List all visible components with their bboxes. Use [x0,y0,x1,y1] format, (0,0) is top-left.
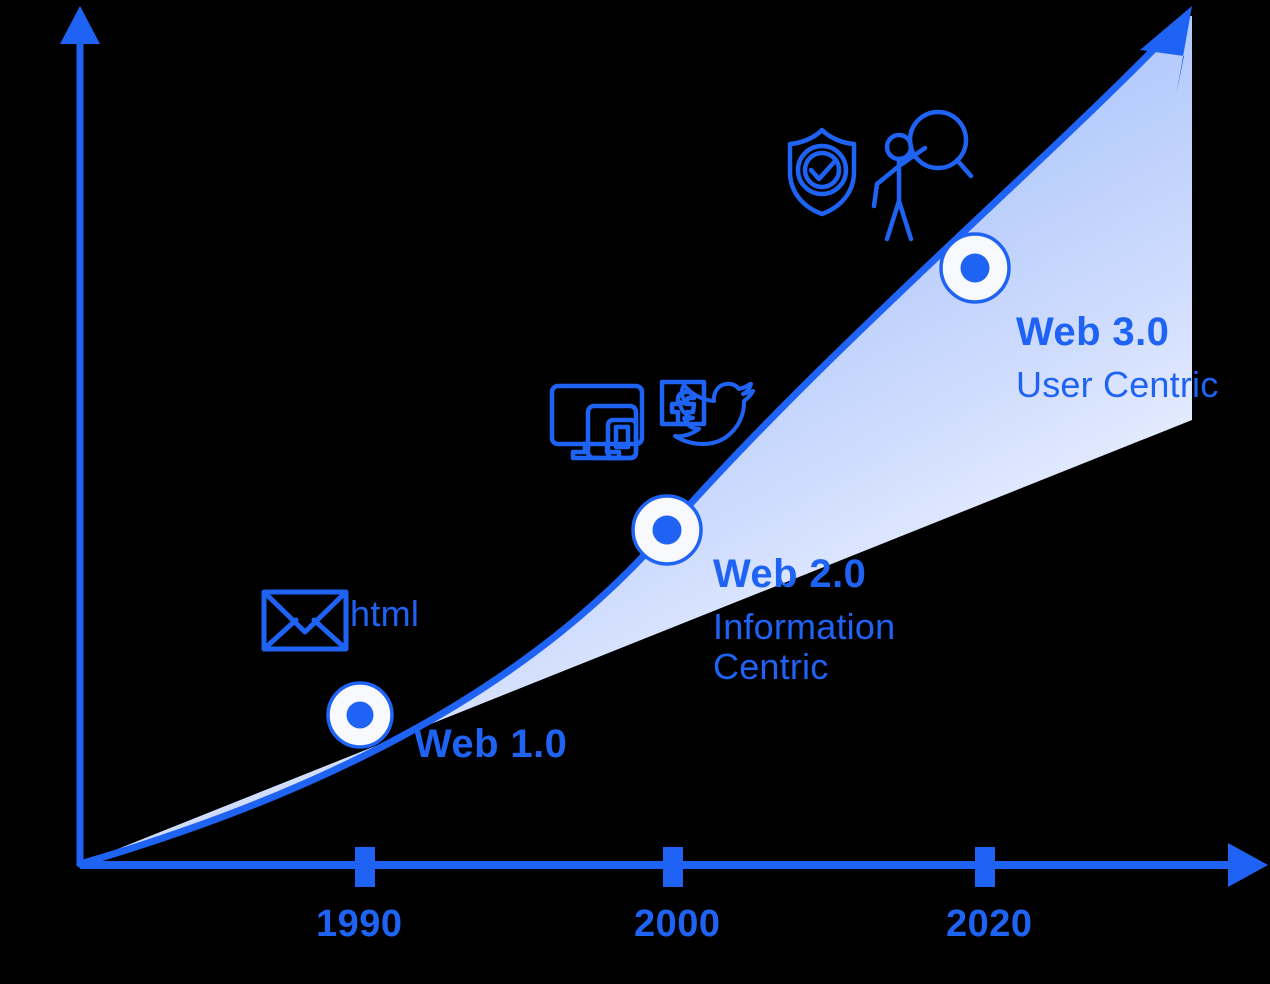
x-tick-2020 [975,847,995,887]
web-2-0-subtitle-line2: Centric [713,646,829,687]
x-tick-2000 [663,847,683,887]
x-tick-1990 [355,847,375,887]
arrow-up-icon [60,6,100,44]
marker-web-2-0[interactable] [631,494,703,566]
marker-web-1-0[interactable] [326,681,394,749]
web-2-0-title: Web 2.0 [713,552,867,596]
shield-check-icon [787,127,857,217]
web-evolution-chart: html Web 1.0 Web 2.0 Information Centric… [0,0,1270,984]
web-1-0-title: Web 1.0 [414,722,568,766]
web-3-0-title: Web 3.0 [1016,310,1170,354]
html-caption: html [350,593,420,634]
x-tick-label-2020: 2020 [946,903,1033,945]
person-magnifier-icon [871,109,974,242]
marker-web-3-0[interactable] [939,232,1011,304]
web-2-0-subtitle-line1: Information [713,606,896,647]
envelope-icon [261,589,349,652]
devices-icon [549,383,645,461]
x-tick-label-1990: 1990 [316,903,403,945]
web-3-0-subtitle-line1: User Centric [1016,364,1219,405]
x-tick-label-2000: 2000 [634,903,721,945]
arrow-right-icon [1228,843,1268,887]
chart-canvas [60,6,1268,887]
